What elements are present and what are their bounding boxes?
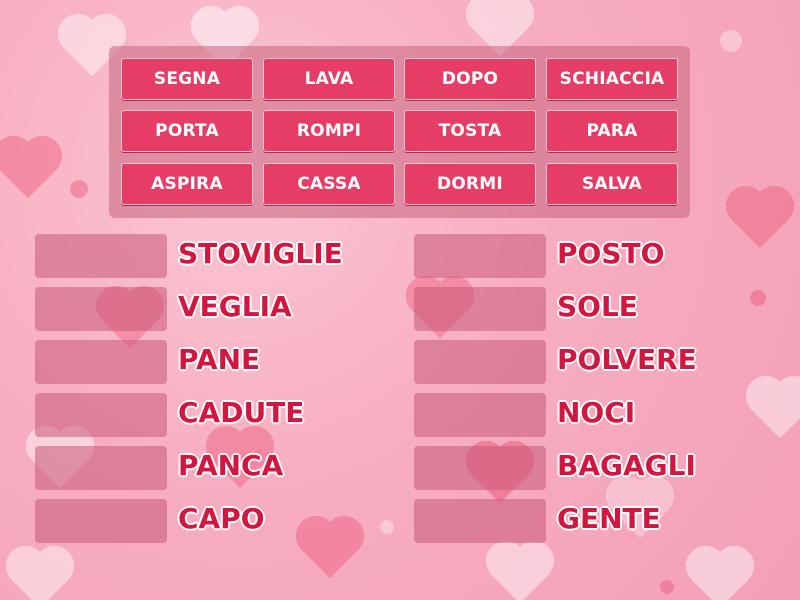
tile-rompi[interactable]: ROMPI — [263, 110, 395, 152]
heart-icon — [301, 521, 359, 579]
target-word: NOCI — [557, 396, 636, 429]
target-word: GENTE — [557, 502, 661, 535]
drop-slot[interactable] — [414, 393, 546, 437]
drop-slot[interactable] — [414, 340, 546, 384]
target-word: SOLE — [557, 290, 638, 323]
background-dot — [720, 30, 742, 52]
drop-slot[interactable] — [414, 287, 546, 331]
target-word: CAPO — [178, 502, 265, 535]
target-word: PANCA — [178, 449, 284, 482]
drop-slot[interactable] — [35, 499, 167, 543]
heart-icon — [491, 546, 549, 600]
background-dot — [380, 520, 394, 534]
drop-slot[interactable] — [35, 340, 167, 384]
tile-schiaccia[interactable]: SCHIACCIA — [546, 58, 678, 100]
drop-slot[interactable] — [35, 393, 167, 437]
tile-cassa[interactable]: CASSA — [263, 163, 395, 205]
target-word: POSTO — [557, 237, 665, 270]
background-dot — [750, 290, 766, 306]
tile-segna[interactable]: SEGNA — [121, 58, 253, 100]
drop-slot[interactable] — [35, 234, 167, 278]
drop-slot[interactable] — [35, 446, 167, 490]
drop-slot[interactable] — [414, 234, 546, 278]
tile-salva[interactable]: SALVA — [546, 163, 678, 205]
target-word: BAGAGLI — [557, 449, 696, 482]
tile-tosta[interactable]: TOSTA — [404, 110, 536, 152]
target-word: VEGLIA — [178, 290, 292, 323]
tile-lava[interactable]: LAVA — [263, 58, 395, 100]
background-dot — [660, 580, 674, 594]
heart-icon — [731, 191, 789, 249]
background-dot — [70, 180, 88, 198]
target-word: CADUTE — [178, 396, 305, 429]
heart-icon — [11, 551, 69, 600]
drop-slot[interactable] — [35, 287, 167, 331]
tile-dormi[interactable]: DORMI — [404, 163, 536, 205]
tile-para[interactable]: PARA — [546, 110, 678, 152]
heart-icon — [751, 381, 800, 439]
drop-slot[interactable] — [414, 446, 546, 490]
target-word: STOVIGLIE — [178, 237, 343, 270]
tile-aspira[interactable]: ASPIRA — [121, 163, 253, 205]
tile-porta[interactable]: PORTA — [121, 110, 253, 152]
drop-slot[interactable] — [414, 499, 546, 543]
heart-icon — [691, 551, 749, 600]
tile-dopo[interactable]: DOPO — [404, 58, 536, 100]
heart-icon — [0, 141, 57, 199]
target-word: POLVERE — [557, 343, 697, 376]
target-word: PANE — [178, 343, 261, 376]
